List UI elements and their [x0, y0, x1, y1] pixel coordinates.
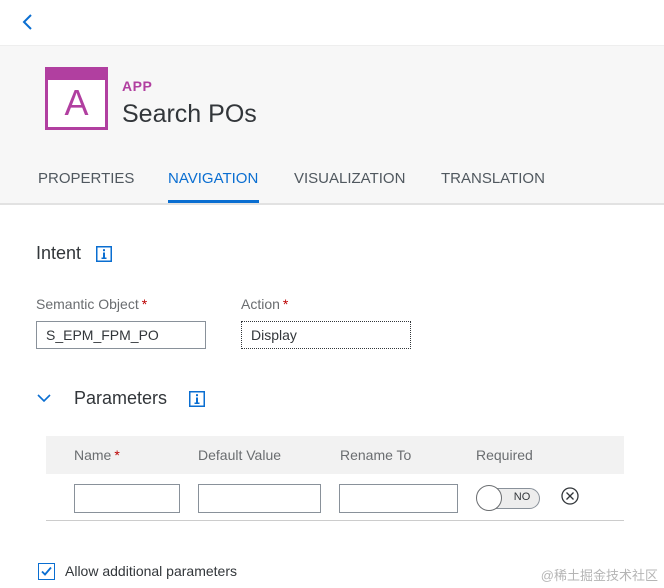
required-mark: * — [141, 296, 148, 312]
allow-additional-label: Allow additional parameters — [65, 563, 237, 579]
required-switch[interactable]: NO — [476, 485, 540, 511]
top-bar — [0, 0, 664, 46]
action-label-text: Action — [241, 296, 280, 312]
tab-visualization[interactable]: VISUALIZATION — [294, 170, 405, 187]
app-type-label: APP — [122, 78, 153, 94]
column-header-required: Required — [476, 447, 533, 463]
intent-title: Intent — [36, 243, 82, 263]
param-name-input[interactable] — [74, 484, 180, 513]
chevron-down-icon — [37, 394, 51, 403]
semantic-object-label-text: Semantic Object — [36, 296, 139, 312]
switch-state-label: NO — [513, 491, 531, 503]
table-header: Name * Default Value Rename To Required — [46, 436, 624, 474]
checkmark-icon — [41, 566, 52, 576]
chevron-left-icon — [22, 14, 32, 30]
header-divider — [0, 203, 664, 205]
app-tile-band — [48, 70, 105, 80]
param-default-value-input[interactable] — [198, 484, 321, 513]
column-header-default-value: Default Value — [198, 447, 282, 463]
info-icon[interactable] — [96, 246, 112, 262]
back-button[interactable] — [18, 10, 40, 34]
app-tile-icon: A — [45, 67, 108, 130]
close-circle-icon — [561, 487, 579, 505]
param-rename-to-input[interactable] — [339, 484, 458, 513]
object-header: A APP Search POs PROPERTIES NAVIGATION V… — [0, 46, 664, 204]
required-mark: * — [282, 296, 289, 312]
semantic-object-input[interactable]: S_EPM_FPM_PO — [36, 321, 206, 349]
watermark-text: @稀土掘金技术社区 — [540, 568, 658, 583]
remove-parameter-button[interactable] — [560, 486, 580, 506]
column-header-name: Name * — [74, 447, 120, 463]
semantic-object-label: Semantic Object * — [36, 296, 147, 312]
table-row-divider — [46, 520, 624, 521]
required-mark: * — [114, 447, 120, 463]
action-label: Action * — [241, 296, 288, 312]
info-icon[interactable] — [189, 391, 205, 407]
tab-translation[interactable]: TRANSLATION — [441, 170, 545, 187]
page-title: Search POs — [122, 100, 257, 128]
collapse-toggle[interactable] — [36, 390, 52, 406]
column-header-rename-to: Rename To — [340, 447, 412, 463]
switch-handle — [476, 485, 502, 511]
tab-bar: PROPERTIES NAVIGATION VISUALIZATION TRAN… — [0, 166, 664, 204]
tab-properties[interactable]: PROPERTIES — [38, 170, 134, 187]
allow-additional-checkbox[interactable] — [38, 563, 55, 580]
app-tile-letter: A — [64, 82, 89, 123]
column-header-label: Name — [74, 447, 112, 463]
tab-navigation[interactable]: NAVIGATION — [168, 170, 258, 187]
action-input[interactable]: Display — [240, 320, 412, 350]
parameters-title: Parameters — [74, 388, 168, 408]
